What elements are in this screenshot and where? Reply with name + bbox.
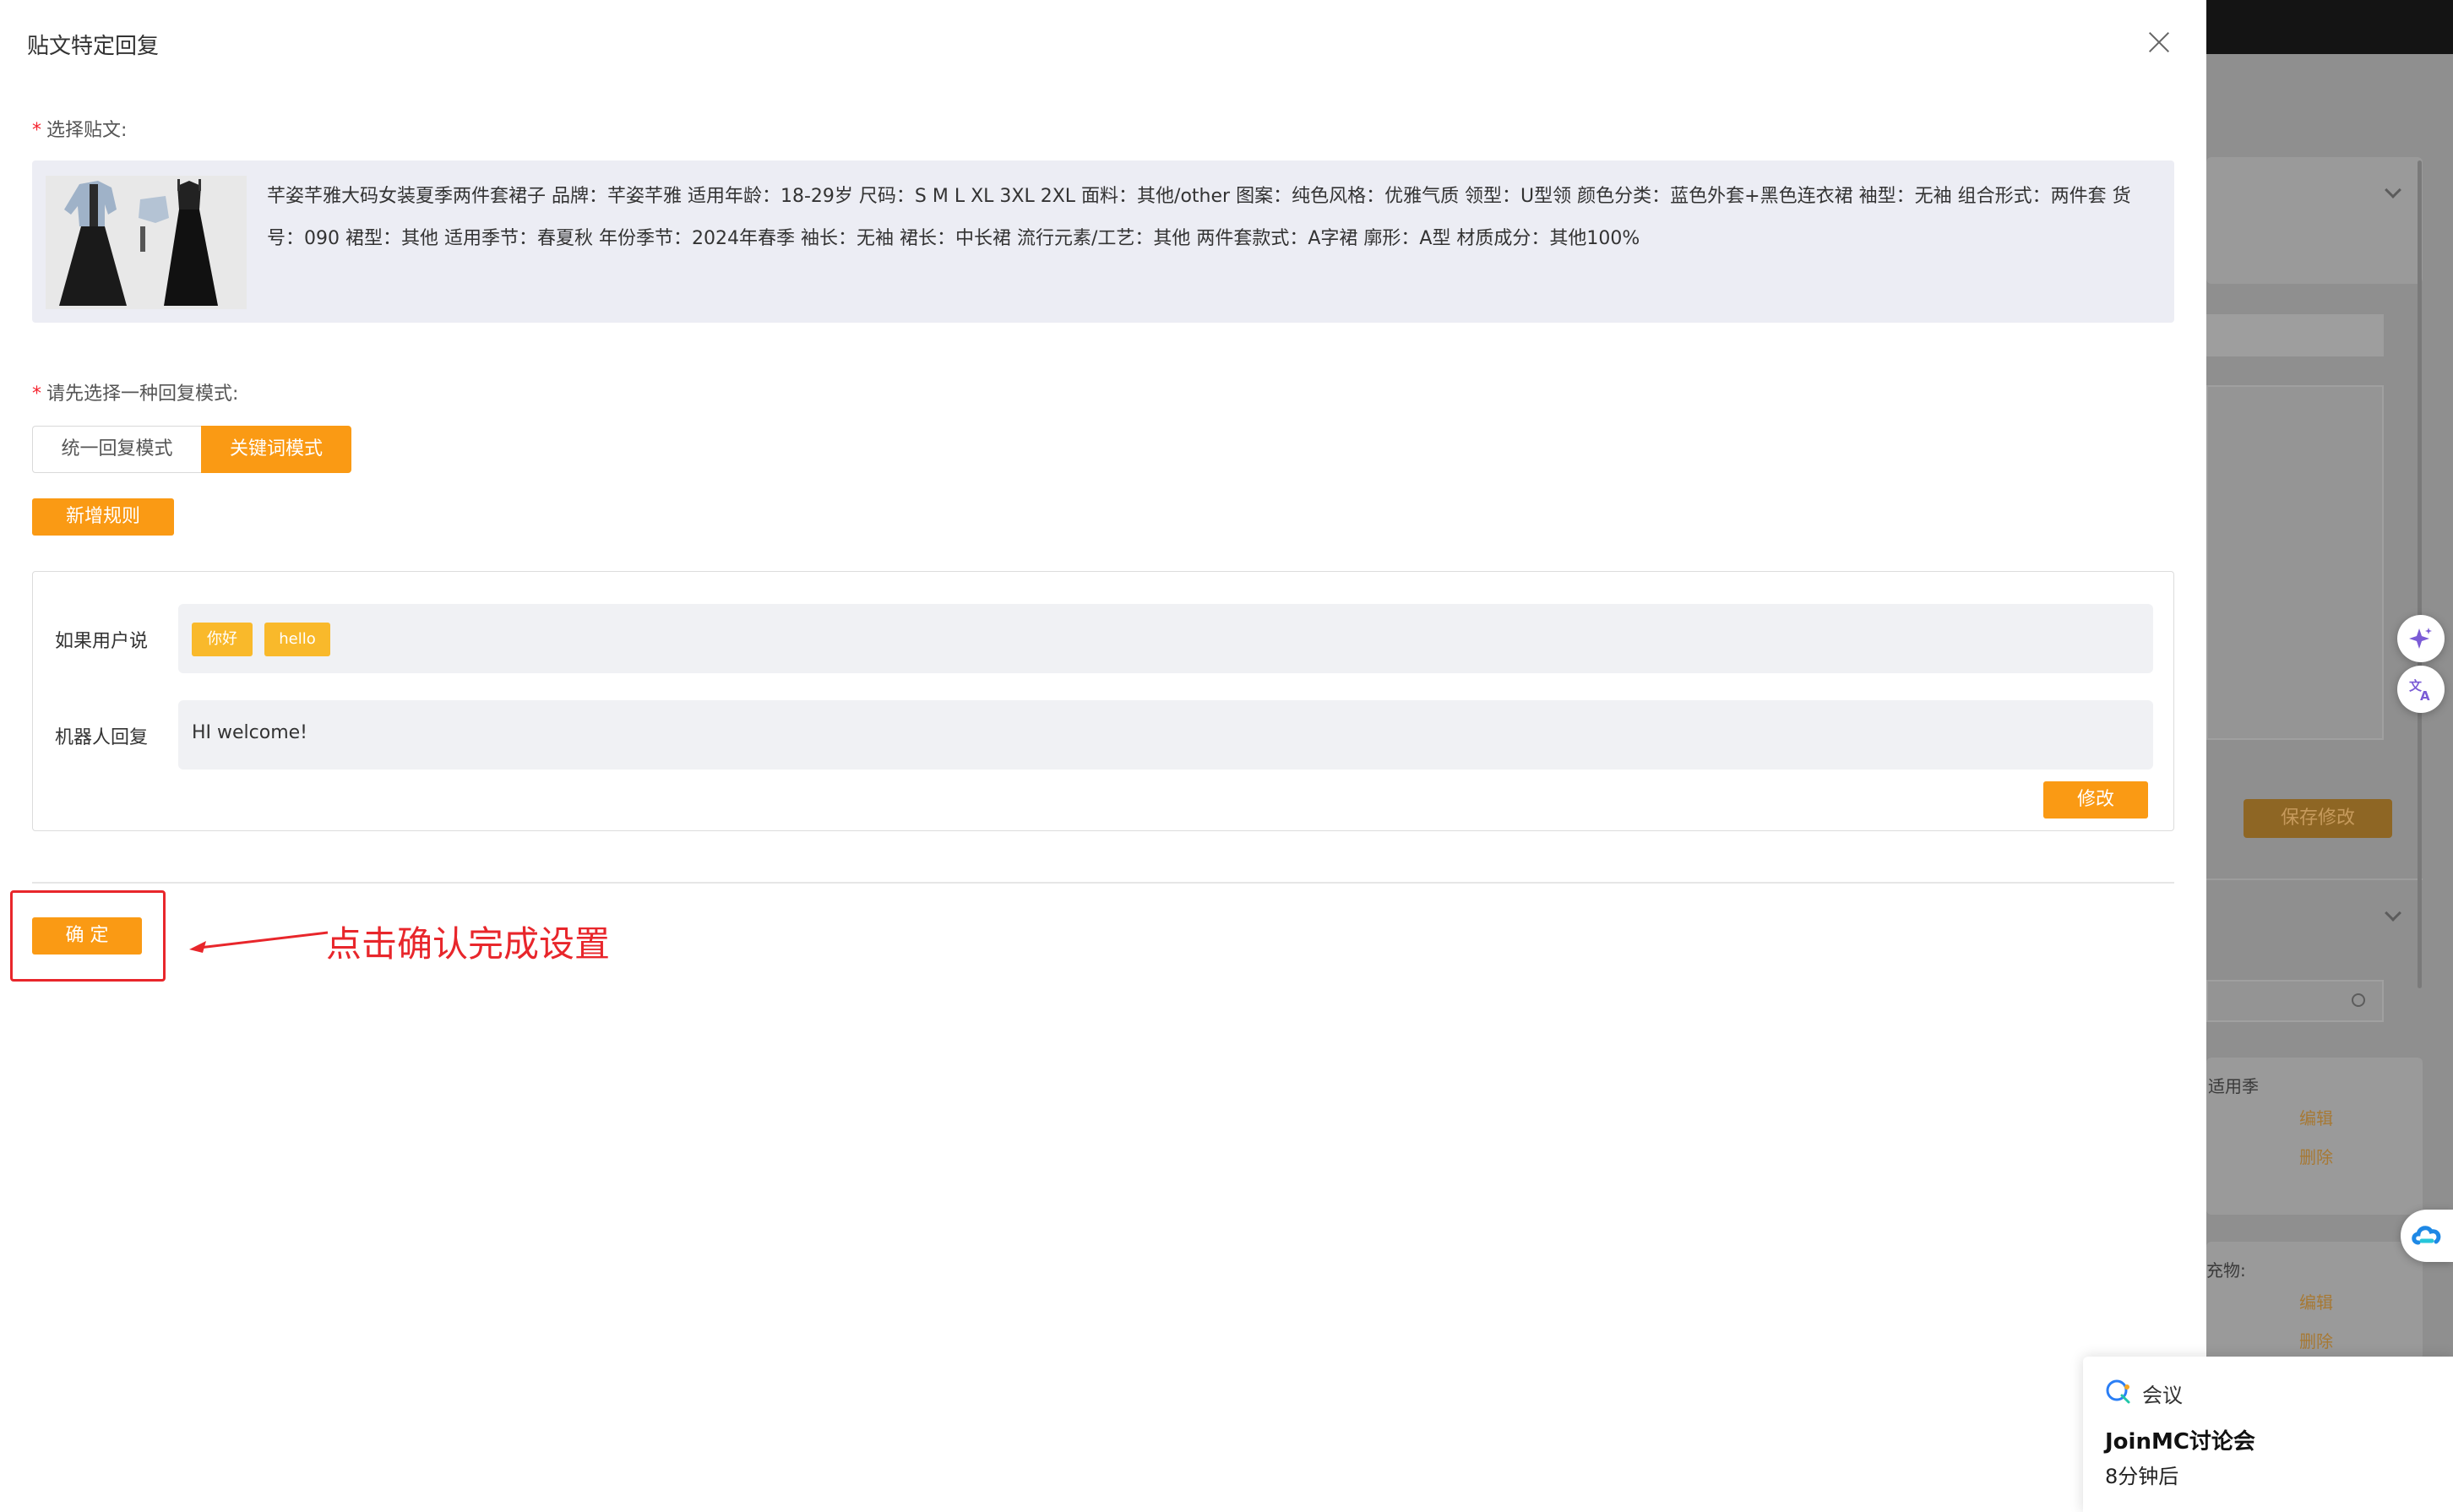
background-text: 充物: <box>2206 1260 2246 1281</box>
background-delete-link: 删除 <box>2299 1331 2333 1352</box>
sparkle-ai-icon[interactable] <box>2397 615 2445 662</box>
background-edit-link: 编辑 <box>2299 1108 2333 1129</box>
bot-reply-value: HI welcome! <box>192 722 308 743</box>
notification-app-name: 会议 <box>2142 1384 2183 1407</box>
background-field <box>2206 314 2384 356</box>
background-save-button: 保存修改 <box>2244 799 2392 838</box>
background-textarea <box>2206 385 2384 740</box>
annotation-text: 点击确认完成设置 <box>326 923 611 965</box>
bot-reply-field[interactable]: HI welcome! <box>178 700 2153 770</box>
required-mark: * <box>32 120 41 141</box>
modal-title: 贴文特定回复 <box>27 34 160 59</box>
keywords-field[interactable]: 你好 hello <box>178 604 2153 673</box>
required-mark: * <box>32 383 41 405</box>
background-page: 保存修改 适用季 编辑 删除 充物: 编辑 删除 <box>1868 0 2453 1512</box>
reply-mode-label-text: 请先选择一种回复模式: <box>46 383 239 405</box>
if-user-says-label: 如果用户说 <box>55 631 149 652</box>
select-post-label-text: 选择贴文: <box>46 120 128 141</box>
reply-settings-modal: 贴文特定回复 * 选择贴文: 芊姿芊雅大码女装夏季两件套裙子 品牌：芊姿芊雅 适用… <box>0 0 2206 1512</box>
background-edit-link: 编辑 <box>2299 1292 2333 1313</box>
rule-card: 如果用户说 你好 hello 机器人回复 HI welcome! 修改 <box>32 571 2174 831</box>
post-description: 芊姿芊雅大码女装夏季两件套裙子 品牌：芊姿芊雅 适用年龄：18-29岁 尺码：S… <box>267 186 2131 249</box>
background-delete-link: 删除 <box>2299 1147 2333 1167</box>
background-text: 适用季 <box>2208 1076 2259 1096</box>
keyword-tag[interactable]: 你好 <box>192 623 253 656</box>
notification-title: JoinMC讨论会 <box>2105 1429 2255 1455</box>
cloud-app-icon[interactable] <box>2401 1210 2453 1262</box>
mode-uniform-reply-tab[interactable]: 统一回复模式 <box>32 426 201 473</box>
add-rule-button[interactable]: 新增规则 <box>32 498 174 536</box>
background-topbar <box>2206 0 2453 54</box>
annotation-highlight-box <box>10 890 166 982</box>
background-card <box>2206 157 2423 284</box>
background-divider <box>2206 878 2423 880</box>
post-thumbnail <box>46 176 247 309</box>
svg-text:A: A <box>2420 688 2430 703</box>
select-post-label: * 选择贴文: <box>32 115 127 142</box>
search-icon[interactable] <box>2352 993 2365 1007</box>
modal-footer-divider <box>32 882 2174 884</box>
bot-reply-label: 机器人回复 <box>55 727 149 748</box>
notification-subtitle: 8分钟后 <box>2105 1465 2179 1488</box>
keyword-tag[interactable]: hello <box>264 623 330 656</box>
selected-post-card[interactable]: 芊姿芊雅大码女装夏季两件套裙子 品牌：芊姿芊雅 适用年龄：18-29岁 尺码：S… <box>32 160 2174 323</box>
close-icon[interactable] <box>2144 27 2174 57</box>
edit-rule-button[interactable]: 修改 <box>2043 781 2148 819</box>
reply-mode-label: * 请先选择一种回复模式: <box>32 378 238 405</box>
annotation-arrow-icon <box>189 931 329 953</box>
meeting-notification[interactable]: 会议 JoinMC讨论会 8分钟后 <box>2083 1357 2453 1512</box>
mode-keyword-tab[interactable]: 关键词模式 <box>201 426 351 473</box>
background-scrollbar[interactable] <box>2418 160 2422 988</box>
meeting-icon <box>2106 1379 2130 1404</box>
translate-icon[interactable]: 文 A <box>2397 666 2445 713</box>
